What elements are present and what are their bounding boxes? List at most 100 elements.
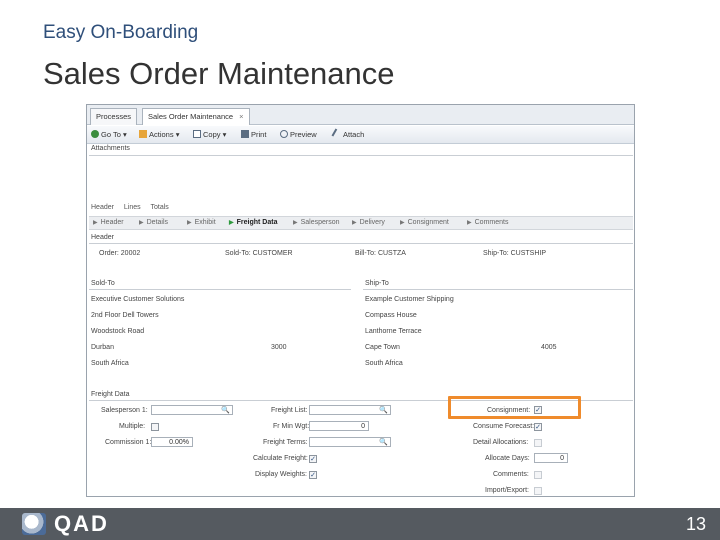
allocate-days-label: Allocate Days: — [485, 455, 530, 462]
ship-to-line: South Africa — [365, 360, 403, 367]
comments-label: Comments: — [493, 471, 529, 478]
divider — [89, 155, 633, 156]
order-value: Order: 20002 — [99, 250, 141, 257]
preview-icon — [280, 130, 288, 138]
step-arrow-icon: ▶ — [352, 220, 357, 226]
sold-to-title: Sold-To — [91, 280, 115, 287]
sold-to-postal: 3000 — [271, 344, 287, 351]
qad-logo: QAD — [22, 511, 109, 536]
attach-button[interactable]: Attach — [331, 128, 364, 140]
sold-to-value: Sold-To: CUSTOMER — [225, 250, 293, 257]
sold-to-line: Woodstock Road — [91, 328, 145, 335]
freight-list-label: Freight List: — [271, 407, 308, 414]
freight-section-title: Freight Data — [91, 391, 130, 398]
screenshot-window: Processes Sales Order Maintenance × Go T… — [86, 104, 635, 497]
slide-title: Sales Order Maintenance — [43, 56, 395, 91]
lookup-icon[interactable]: 🔍 — [379, 406, 388, 415]
flow-step-salesperson[interactable]: ▶ Salesperson — [293, 219, 340, 226]
print-button[interactable]: Print — [241, 130, 266, 139]
ship-to-title: Ship-To — [365, 280, 389, 287]
sold-to-line: Executive Customer Solutions — [91, 296, 185, 303]
tab-label: Processes — [96, 112, 132, 121]
comments-checkbox[interactable] — [534, 471, 542, 479]
allocate-days-field[interactable]: 0 — [534, 453, 568, 463]
close-icon[interactable]: × — [239, 112, 243, 121]
subtab-header[interactable]: Header — [91, 204, 114, 211]
display-weights-label: Display Weights: — [255, 471, 308, 478]
fr-min-wgt-label: Fr Min Wgt: — [273, 423, 310, 430]
lookup-icon[interactable]: 🔍 — [221, 406, 230, 415]
actions-icon — [139, 130, 147, 138]
freight-terms-label: Freight Terms: — [263, 439, 308, 446]
import-export-label: Import/Export: — [485, 487, 529, 494]
logo-text: QAD — [54, 511, 109, 536]
flow-step-exhibit[interactable]: ▶ Exhibit — [187, 219, 216, 226]
actions-button[interactable]: Actions ▾ — [139, 130, 179, 139]
process-flow-bar: ▶ Header ▶ Details ▶ Exhibit ▶ Freight Data … — [89, 216, 633, 230]
consignment-highlight-box — [448, 396, 581, 419]
salesperson-field[interactable]: 🔍 — [151, 405, 233, 415]
ship-to-line: Cape Town — [365, 344, 400, 351]
commission-field[interactable]: 0.00% — [151, 437, 193, 447]
flow-step-consignment[interactable]: ▶ Consignment — [400, 219, 449, 226]
freight-list-field[interactable]: 🔍 — [309, 405, 391, 415]
divider — [363, 289, 633, 290]
tab-processes[interactable]: Processes — [90, 108, 138, 125]
calculate-freight-label: Calculate Freight: — [253, 455, 308, 462]
sub-tabs: Header Lines Totals — [91, 204, 177, 211]
step-arrow-icon: ▶ — [229, 220, 234, 226]
attach-icon — [331, 128, 343, 140]
step-arrow-icon: ▶ — [467, 220, 472, 226]
sold-to-line: 2nd Floor Dell Towers — [91, 312, 159, 319]
divider — [89, 243, 633, 244]
flow-step-comments[interactable]: ▶ Comments — [467, 219, 508, 226]
ship-to-line: Example Customer Shipping — [365, 296, 454, 303]
sold-to-line: South Africa — [91, 360, 129, 367]
go-to-button[interactable]: Go To ▾ — [91, 130, 127, 139]
consume-forecast-checkbox[interactable]: ✓ — [534, 423, 542, 431]
tab-sales-order-maintenance[interactable]: Sales Order Maintenance × — [142, 108, 250, 125]
ship-to-postal: 4005 — [541, 344, 557, 351]
detail-allocations-label: Detail Allocations: — [473, 439, 529, 446]
calculate-freight-checkbox[interactable]: ✓ — [309, 455, 317, 463]
flow-step-header[interactable]: ▶ Header — [93, 219, 124, 226]
step-arrow-icon: ▶ — [293, 220, 298, 226]
header-section-title: Header — [91, 234, 114, 241]
step-arrow-icon: ▶ — [93, 220, 98, 226]
step-arrow-icon: ▶ — [139, 220, 144, 226]
ship-to-line: Compass House — [365, 312, 417, 319]
consume-forecast-label: Consume Forecast: — [473, 423, 535, 430]
import-export-checkbox[interactable] — [534, 487, 542, 495]
lookup-icon[interactable]: 🔍 — [379, 438, 388, 447]
step-arrow-icon: ▶ — [187, 220, 192, 226]
step-arrow-icon: ▶ — [400, 220, 405, 226]
copy-button[interactable]: Copy ▾ — [193, 130, 226, 139]
qad-logo-icon — [22, 513, 46, 535]
display-weights-checkbox[interactable]: ✓ — [309, 471, 317, 479]
slide-kicker: Easy On-Boarding — [43, 22, 199, 43]
salesperson-label: Salesperson 1: — [101, 407, 148, 414]
detail-allocations-checkbox[interactable] — [534, 439, 542, 447]
ship-to-value: Ship-To: CUSTSHIP — [483, 250, 547, 257]
footer-bar: QAD 13 — [0, 508, 720, 540]
flow-step-freight-data[interactable]: ▶ Freight Data — [229, 219, 277, 226]
copy-icon — [193, 130, 201, 138]
freight-terms-field[interactable]: 🔍 — [309, 437, 391, 447]
go-to-icon — [91, 130, 99, 138]
ship-to-line: Lanthorne Terrace — [365, 328, 422, 335]
multiple-checkbox[interactable] — [151, 423, 159, 431]
divider — [89, 289, 351, 290]
sold-to-line: Durban — [91, 344, 114, 351]
page-number: 13 — [685, 514, 706, 534]
commission-label: Commission 1: — [105, 439, 152, 446]
subtab-lines[interactable]: Lines — [124, 204, 141, 211]
multiple-label: Multiple: — [119, 423, 146, 430]
tab-label: Sales Order Maintenance — [148, 112, 234, 121]
subtab-totals[interactable]: Totals — [150, 204, 168, 211]
preview-button[interactable]: Preview — [280, 130, 317, 139]
flow-step-delivery[interactable]: ▶ Delivery — [352, 219, 385, 226]
flow-step-details[interactable]: ▶ Details — [139, 219, 168, 226]
attachments-label[interactable]: Attachments — [91, 145, 130, 152]
fr-min-wgt-field[interactable]: 0 — [309, 421, 369, 431]
window-tab-bar: Processes Sales Order Maintenance × — [87, 105, 634, 125]
